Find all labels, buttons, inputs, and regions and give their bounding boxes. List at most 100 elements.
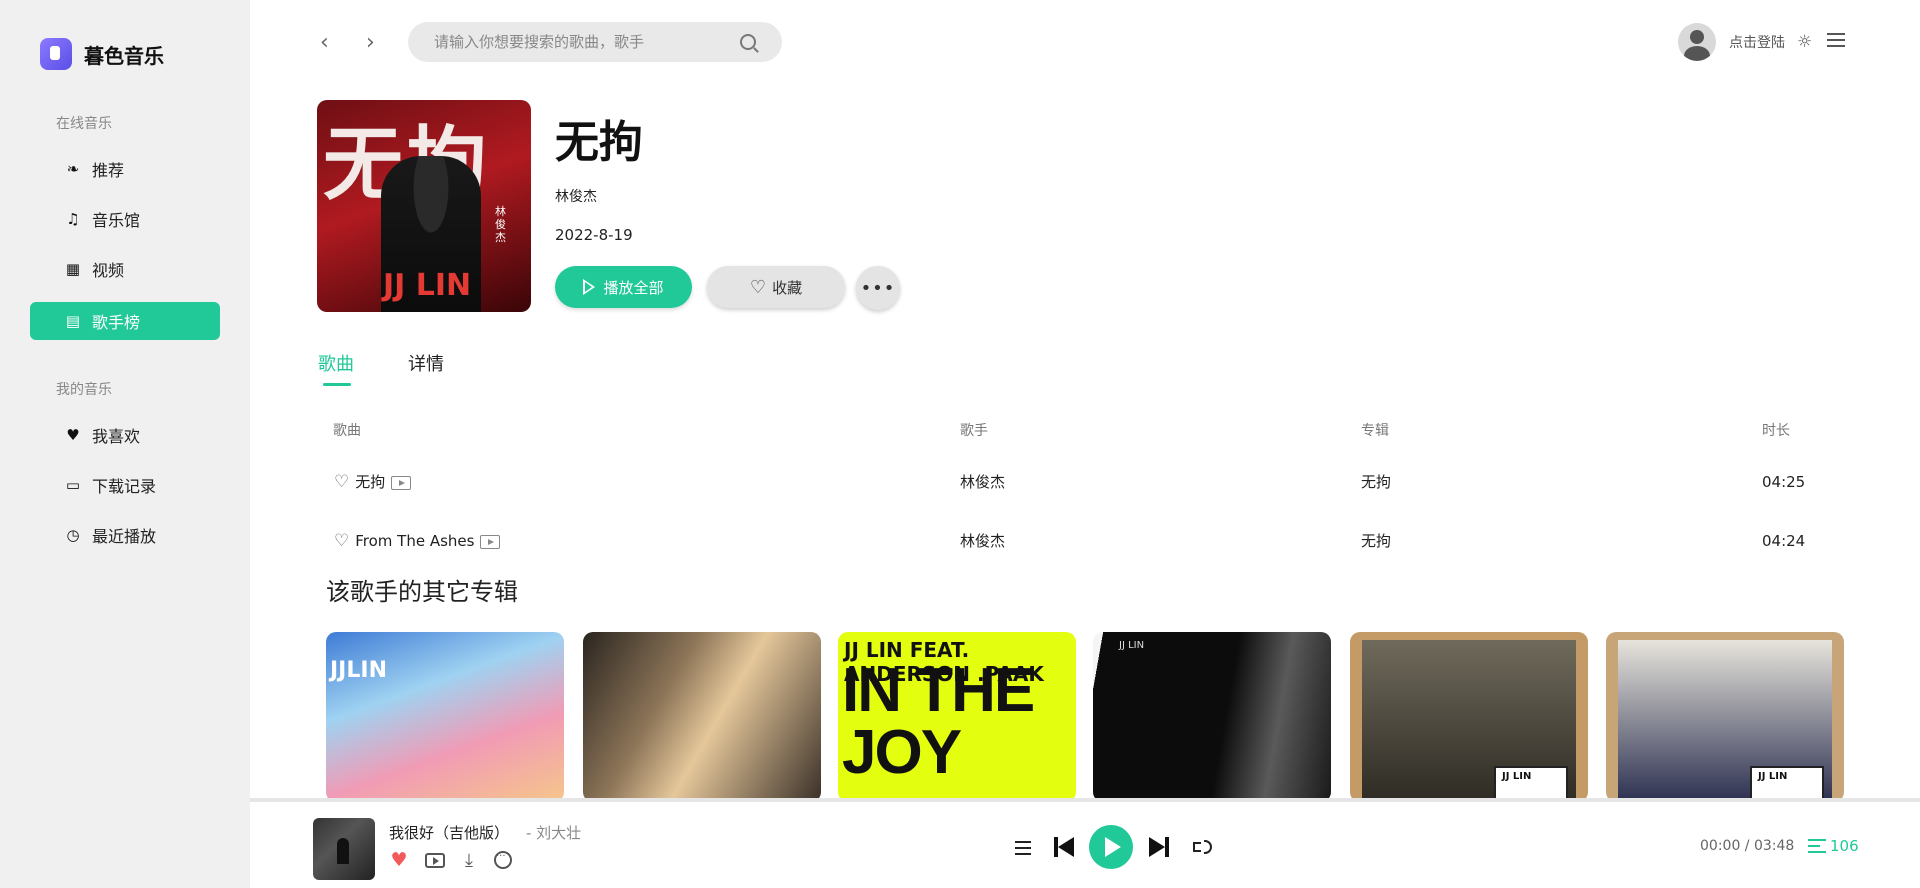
download-icon[interactable]: ⤓ [459, 850, 479, 871]
now-playing-artist[interactable]: - 刘大壮 [526, 822, 581, 843]
song-artist[interactable]: 林俊杰 [960, 457, 1005, 507]
song-title-cell: ♡ 无拘 [334, 457, 412, 507]
monitor-icon: ▭ [65, 476, 81, 494]
album-card-cover-title: IN THE JOY [842, 656, 1035, 787]
sidebar-item-recent[interactable]: ◷ 最近播放 [30, 516, 220, 554]
queue-count: 106 [1830, 837, 1859, 855]
song-duration: 04:25 [1762, 473, 1806, 491]
song-duration: 04:24 [1762, 532, 1806, 550]
song-title: 无拘 [355, 473, 386, 491]
play-all-button[interactable]: 播放全部 [555, 266, 692, 308]
previous-icon-triangle [1058, 837, 1074, 857]
album-artist[interactable]: 林俊杰 [555, 186, 597, 206]
table-row[interactable]: ♡ 无拘 林俊杰 无拘 04:25 [320, 457, 1820, 507]
back-icon[interactable]: ‹ [320, 30, 329, 55]
next-button[interactable] [1147, 835, 1171, 859]
app-logo-icon [40, 38, 72, 70]
tab-active-indicator [323, 383, 351, 386]
music-note-icon: ♫ [66, 210, 80, 228]
queue-button[interactable]: 106 [1808, 837, 1859, 855]
column-header-song: 歌曲 [333, 423, 361, 439]
tab-details[interactable]: 详情 [408, 350, 444, 376]
forward-icon[interactable]: › [366, 30, 375, 55]
tab-songs[interactable]: 歌曲 [318, 350, 354, 376]
mv-icon [425, 852, 445, 868]
now-playing-cover[interactable] [313, 818, 375, 880]
video-icon: ▦ [65, 260, 81, 278]
mv-icon[interactable] [480, 534, 501, 549]
album-card[interactable]: JJ LIN [1606, 632, 1844, 802]
column-header-duration: 时长 [1762, 423, 1790, 439]
mv-icon[interactable] [391, 475, 412, 490]
sidebar-item-label: 下载记录 [92, 477, 157, 496]
list-icon-line [1015, 853, 1031, 855]
album-card[interactable] [583, 632, 821, 802]
album-card[interactable]: JJLIN [326, 632, 564, 802]
player-bar [250, 802, 1920, 888]
album-cover: 无拘 JJ LIN 林俊杰 [317, 100, 531, 312]
search-bar [408, 22, 782, 62]
online-music-title: 在线音乐 [56, 116, 112, 132]
login-link[interactable]: 点击登陆 [1729, 32, 1785, 52]
favorite-label: 收藏 [772, 278, 803, 297]
sidebar-item-label: 我喜欢 [92, 427, 141, 446]
album-card[interactable]: JJ LIN [1093, 632, 1331, 802]
sidebar-item-downloads[interactable]: ▭ 下载记录 [30, 466, 220, 504]
heart-outline-icon: ♡ [749, 276, 767, 298]
play-button[interactable] [1089, 825, 1133, 869]
app-logo[interactable]: 暮色音乐 [40, 38, 164, 70]
volume-wave [1203, 840, 1212, 854]
recommend-icon: ❧ [66, 160, 80, 178]
song-title-cell: ♡ From The Ashes [334, 516, 501, 566]
more-button[interactable]: ··· [493, 850, 513, 870]
column-header-artist: 歌手 [960, 423, 988, 439]
sidebar-item-music-hall[interactable]: ♫ 音乐馆 [30, 200, 220, 238]
previous-button[interactable] [1052, 835, 1076, 859]
album-release-date: 2022-8-19 [555, 226, 633, 244]
album-card-cover-text: JJ LIN [1494, 766, 1568, 802]
cover-name-text: 林俊杰 [495, 205, 506, 244]
sidebar-item-label: 最近播放 [92, 527, 157, 546]
sidebar-item-video[interactable]: ▦ 视频 [30, 250, 220, 288]
album-card[interactable]: JJ LIN [1350, 632, 1588, 802]
next-icon [1149, 837, 1165, 857]
mv-button[interactable] [425, 850, 445, 870]
heart-outline-icon[interactable]: ♡ [334, 516, 349, 566]
playback-time: 00:00 / 03:48 [1700, 838, 1795, 854]
menu-icon[interactable] [1827, 33, 1845, 47]
sidebar-item-liked[interactable]: ♥ 我喜欢 [30, 416, 220, 454]
song-album[interactable]: 无拘 [1361, 457, 1391, 507]
list-icon [1015, 841, 1031, 843]
more-button[interactable]: ••• [856, 266, 900, 310]
list-icon-line [1015, 847, 1031, 849]
song-album[interactable]: 无拘 [1361, 516, 1391, 566]
more-icon: ··· [494, 851, 512, 869]
album-card-cover-text: JJLIN [330, 658, 387, 683]
album-card-cover-text: JJ LIN [1750, 766, 1824, 802]
heart-icon[interactable]: ♥ [389, 849, 409, 871]
other-albums-heading: 该歌手的其它专辑 [326, 578, 518, 606]
sidebar-item-recommend[interactable]: ❧ 推荐 [30, 150, 220, 188]
sidebar-item-singer-chart[interactable]: ▤ 歌手榜 [30, 302, 220, 340]
search-icon[interactable] [740, 34, 756, 50]
app-root: 暮色音乐 在线音乐 ❧ 推荐 ♫ 音乐馆 ▦ 视频 ▤ 歌手榜 我的音乐 ♥ 我… [0, 0, 1920, 888]
volume-button[interactable] [1191, 837, 1213, 857]
cover-brand-text: JJ LIN [383, 268, 472, 303]
theme-toggle-icon[interactable]: ☼ [1797, 32, 1812, 52]
sidebar-item-label: 歌手榜 [92, 313, 141, 332]
search-input[interactable] [434, 33, 740, 51]
song-artist[interactable]: 林俊杰 [960, 516, 1005, 566]
column-header-album: 专辑 [1361, 423, 1389, 439]
heart-icon: ♥ [66, 426, 80, 444]
avatar[interactable] [1678, 23, 1716, 61]
playlist-mode-button[interactable] [1013, 838, 1033, 858]
album-title: 无拘 [555, 117, 643, 168]
favorite-button[interactable]: ♡ 收藏 [707, 266, 845, 308]
volume-icon [1192, 842, 1201, 852]
heart-outline-icon[interactable]: ♡ [334, 457, 349, 507]
table-row[interactable]: ♡ From The Ashes 林俊杰 无拘 04:24 [320, 516, 1820, 566]
sidebar-item-label: 视频 [92, 261, 125, 280]
sidebar-item-label: 推荐 [92, 161, 125, 180]
play-icon [1105, 837, 1121, 857]
album-card[interactable]: JJ LIN FEAT. ANDERSON .PAAK IN THE JOY [838, 632, 1076, 802]
